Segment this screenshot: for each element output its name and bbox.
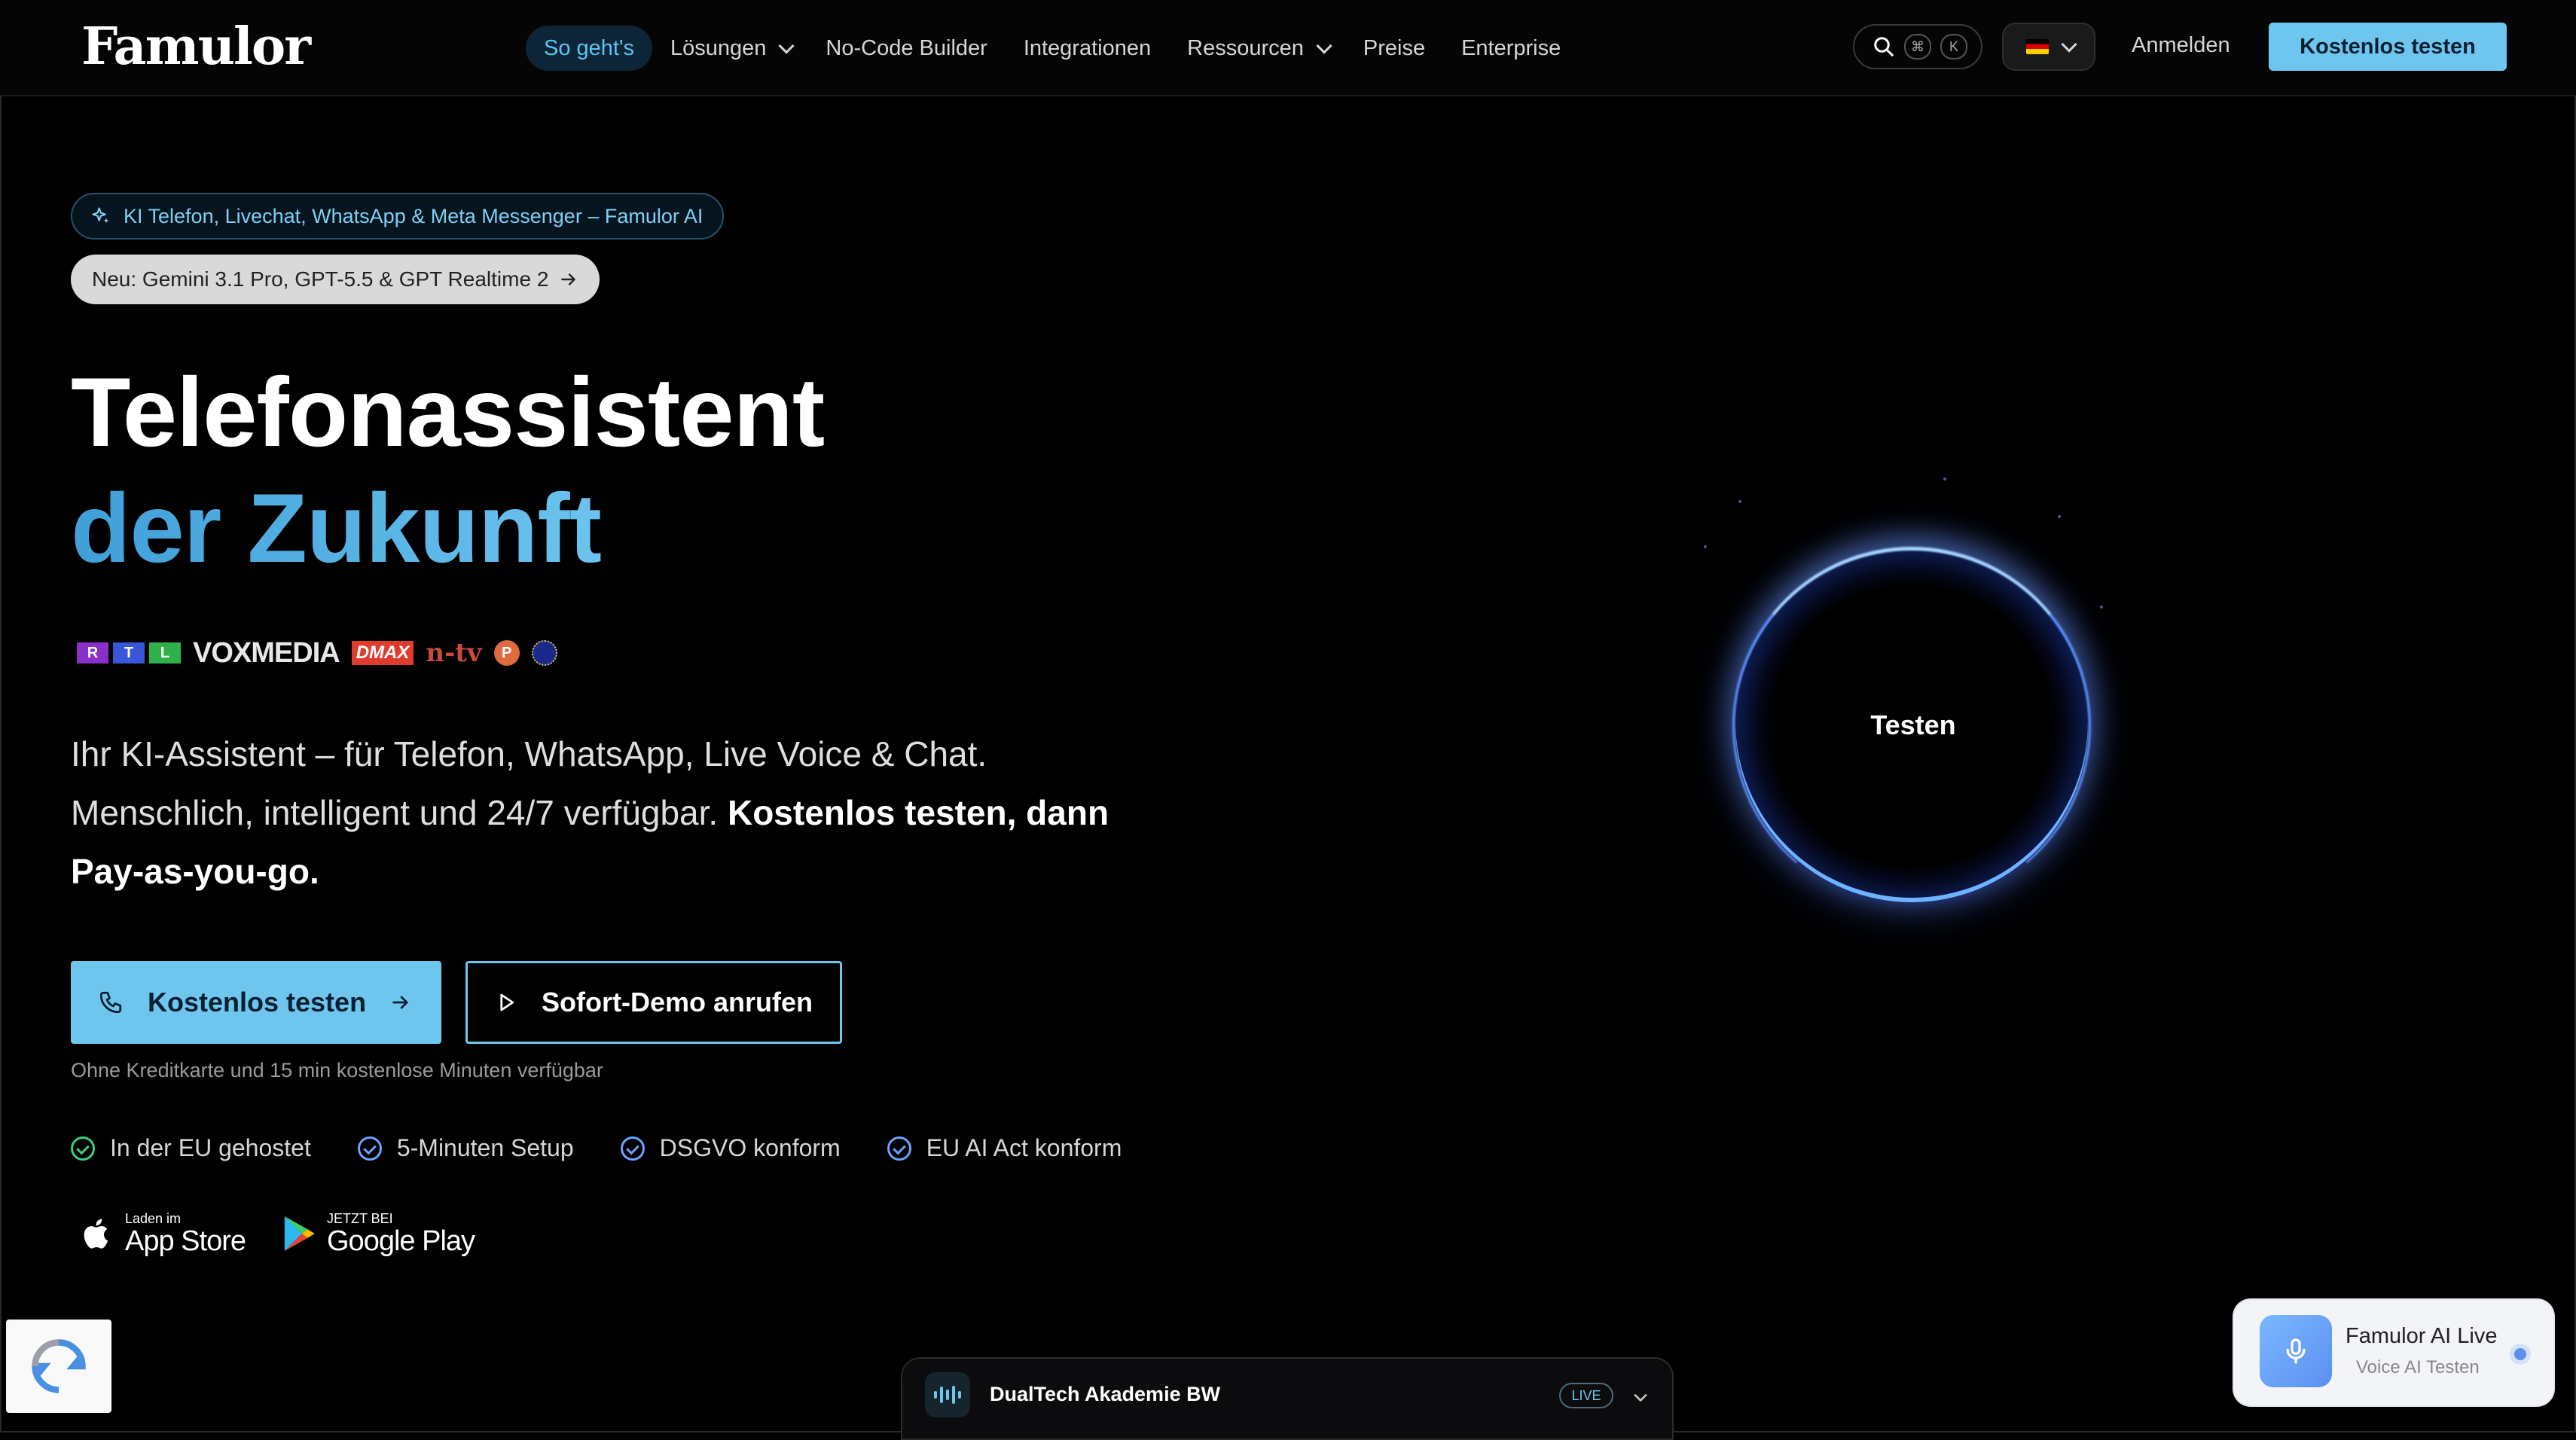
check-item-label: EU AI Act konform xyxy=(926,1134,1122,1161)
status-dot xyxy=(2514,1348,2526,1360)
nav-item-label: Integrationen xyxy=(1023,35,1152,60)
app-store-big: App Store xyxy=(125,1225,246,1257)
chevron-down-icon xyxy=(1634,1394,1647,1402)
check-item-label: In der EU gehostet xyxy=(110,1134,311,1161)
hero-title: Telefonassistent der Zukunft xyxy=(71,354,825,586)
voice-orb-label: Testen xyxy=(1870,709,1956,740)
shortcut-key-k: K xyxy=(1940,34,1967,59)
google-play-icon xyxy=(284,1216,315,1251)
sparkle-icon xyxy=(92,207,109,224)
chevron-down-icon xyxy=(2060,35,2077,53)
rtl-letter: L xyxy=(149,642,181,664)
expand-button[interactable] xyxy=(1630,1387,1651,1412)
nav-item-enterprise[interactable]: Enterprise xyxy=(1443,26,1579,71)
app-store-text: Laden im App Store xyxy=(125,1211,246,1256)
feature-badge[interactable]: KI Telefon, Livechat, WhatsApp & Meta Me… xyxy=(71,193,725,239)
arrow-right-icon xyxy=(561,273,576,285)
nav-item-loesungen[interactable]: Lösungen xyxy=(652,26,807,71)
play-icon xyxy=(500,993,514,1011)
check-item: In der EU gehostet xyxy=(71,1134,311,1162)
feature-badge-text: KI Telefon, Livechat, WhatsApp & Meta Me… xyxy=(124,204,704,227)
check-item: DSGVO konform xyxy=(620,1134,841,1162)
star-decoration xyxy=(1738,500,1741,503)
main-menu: So geht's Lösungen No-Code Builder Integ… xyxy=(526,26,1579,71)
news-badge-text: Neu: Gemini 3.1 Pro, GPT-5.5 & GPT Realt… xyxy=(92,267,549,291)
nav-cta-button[interactable]: Kostenlos testen xyxy=(2269,23,2507,71)
check-item: EU AI Act konform xyxy=(887,1134,1122,1162)
live-demo-title: DualTech Akademie BW xyxy=(990,1383,1221,1405)
nav-item-label: Lösungen xyxy=(670,35,767,60)
app-store-small: Laden im xyxy=(125,1211,182,1226)
nav-item-label: No-Code Builder xyxy=(826,35,987,60)
nav-item-ressourcen[interactable]: Ressourcen xyxy=(1169,26,1345,71)
app-store-link[interactable]: Laden im App Store xyxy=(81,1211,246,1256)
voice-orb-button[interactable]: Testen xyxy=(1687,542,2139,919)
check-circle-icon xyxy=(620,1136,645,1161)
audio-wave-icon xyxy=(925,1372,970,1417)
demo-call-button[interactable]: Sofort-Demo anrufen xyxy=(465,961,842,1044)
chevron-down-icon xyxy=(1316,37,1332,54)
search-button[interactable]: ⌘ K xyxy=(1853,24,1982,69)
nav-item-label: Preise xyxy=(1363,35,1426,60)
ntv-logo: n-tv xyxy=(426,638,482,668)
eu-flag-icon xyxy=(531,640,557,666)
apple-icon xyxy=(84,1219,108,1249)
google-play-big: Google Play xyxy=(327,1225,475,1257)
nav-item-so-gehts[interactable]: So geht's xyxy=(526,26,653,71)
arrow-right-icon xyxy=(392,996,408,1009)
prosieben-logo: P xyxy=(493,640,520,666)
live-badge: LIVE xyxy=(1559,1383,1613,1408)
voice-ai-widget[interactable]: Famulor AI Live Voice AI Testen xyxy=(2234,1300,2553,1405)
trial-note: Ohne Kreditkarte und 15 min kostenlose M… xyxy=(71,1059,603,1082)
check-circle-icon xyxy=(71,1136,95,1161)
top-navigation: Famulor So geht's Lösungen No-Code Build… xyxy=(0,0,2576,96)
nav-item-no-code-builder[interactable]: No-Code Builder xyxy=(807,26,1005,71)
nav-item-integrationen[interactable]: Integrationen xyxy=(1006,26,1169,71)
voice-widget-subtitle: Voice AI Testen xyxy=(2356,1357,2480,1377)
check-item-label: DSGVO konform xyxy=(659,1134,841,1161)
rtl-letter: R xyxy=(77,642,108,664)
check-item: 5-Minuten Setup xyxy=(357,1134,574,1162)
free-trial-button[interactable]: Kostenlos testen xyxy=(71,961,441,1044)
shortcut-key-cmd: ⌘ xyxy=(1904,34,1931,59)
trust-checklist: In der EU gehostet 5-Minuten Setup DSGVO… xyxy=(71,1134,1122,1162)
hero-title-line2: der Zukunft xyxy=(71,470,824,586)
hero-title-line1: Telefonassistent xyxy=(71,357,825,467)
star-decoration xyxy=(2058,515,2061,518)
nav-item-label: Ressourcen xyxy=(1187,35,1304,60)
search-icon xyxy=(1874,37,1894,56)
famulor-logo[interactable]: Famulor xyxy=(81,17,311,77)
google-play-link[interactable]: JETZT BEI Google Play xyxy=(282,1211,475,1256)
recaptcha-badge[interactable] xyxy=(6,1319,111,1413)
nav-item-label: So geht's xyxy=(544,35,635,60)
microphone-icon xyxy=(2260,1315,2332,1387)
google-play-small: JETZT BEI xyxy=(327,1211,393,1226)
voxmedia-logo: VOXMEDIA xyxy=(193,636,340,669)
language-switcher[interactable] xyxy=(2002,23,2095,71)
phone-icon xyxy=(99,991,122,1014)
free-trial-button-label: Kostenlos testen xyxy=(148,987,367,1017)
check-item-label: 5-Minuten Setup xyxy=(396,1134,574,1161)
nav-item-preise[interactable]: Preise xyxy=(1345,26,1443,71)
dmax-logo: DMAX xyxy=(351,641,414,665)
partner-logos: R T L VOXMEDIA DMAX n-tv P xyxy=(77,634,557,672)
demo-call-button-label: Sofort-Demo anrufen xyxy=(542,987,813,1017)
check-circle-icon xyxy=(887,1136,911,1161)
chevron-down-icon xyxy=(778,37,795,54)
google-play-text: JETZT BEI Google Play xyxy=(327,1211,475,1256)
nav-item-label: Enterprise xyxy=(1461,35,1561,60)
news-badge[interactable]: Neu: Gemini 3.1 Pro, GPT-5.5 & GPT Realt… xyxy=(71,255,600,304)
login-link[interactable]: Anmelden xyxy=(2132,33,2230,58)
star-decoration xyxy=(1943,477,1946,481)
german-flag-icon xyxy=(2025,39,2049,54)
voice-widget-title: Famulor AI Live xyxy=(2346,1324,2498,1348)
rtl-logo: R T L xyxy=(77,642,181,664)
rtl-letter: T xyxy=(113,642,145,664)
recaptcha-icon xyxy=(32,1339,86,1393)
check-circle-icon xyxy=(357,1136,382,1161)
live-demo-bar[interactable]: DualTech Akademie BW LIVE xyxy=(901,1357,1674,1440)
hero-description: Ihr KI-Assistent – für Telefon, WhatsApp… xyxy=(71,725,1155,901)
app-store-links: Laden im App Store JETZT BEI Google Play xyxy=(81,1211,475,1256)
